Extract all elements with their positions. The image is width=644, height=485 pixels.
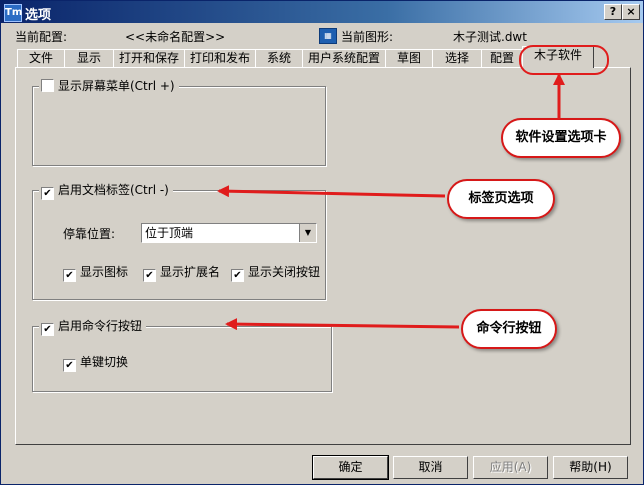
show-icon-checkbox[interactable]: ✔ xyxy=(63,269,76,282)
app-icon: Tm xyxy=(4,4,22,22)
cmd-callout: 命令行按钮 xyxy=(461,309,557,349)
drawing-icon: ▦ xyxy=(319,28,337,44)
screen-menu-option[interactable]: 显示屏幕菜单(Ctrl +) xyxy=(39,78,179,94)
apply-label: 应用(A) xyxy=(489,460,532,474)
doc-tabs-option[interactable]: ✔ 启用文档标签(Ctrl -) xyxy=(39,182,173,200)
show-close-checkbox[interactable]: ✔ xyxy=(231,269,244,282)
tab-plot-publish[interactable]: 打印和发布 xyxy=(184,49,256,67)
ok-label: 确定 xyxy=(338,460,363,474)
tab-open-save[interactable]: 打开和保存 xyxy=(113,49,185,67)
tab-highlight-ring xyxy=(519,45,609,75)
tab-profiles[interactable]: 配置 xyxy=(481,49,523,67)
apply-button[interactable]: 应用(A) xyxy=(473,456,548,479)
tab-files[interactable]: 文件 xyxy=(17,49,65,67)
tab-selection[interactable]: 选择 xyxy=(432,49,482,67)
dock-position-select[interactable]: 位于顶端 ▼ xyxy=(141,223,317,243)
tab-display[interactable]: 显示 xyxy=(64,49,114,67)
single-key-checkbox[interactable]: ✔ xyxy=(63,359,76,372)
title-bar: Tm 选项 ? × xyxy=(1,1,643,23)
dock-position-value: 位于顶端 xyxy=(145,226,194,240)
show-icon-label: 显示图标 xyxy=(80,265,129,279)
show-ext-checkbox[interactable]: ✔ xyxy=(143,269,156,282)
dock-position-label: 停靠位置: xyxy=(63,227,116,241)
current-drawing-value: 木子测试.dwt xyxy=(453,30,527,44)
window-title: 选项 xyxy=(25,8,52,23)
show-close-label: 显示关闭按钮 xyxy=(248,265,321,279)
cmd-buttons-checkbox[interactable]: ✔ xyxy=(41,323,54,336)
show-ext-label: 显示扩展名 xyxy=(160,265,221,279)
doc-tabs-group xyxy=(32,190,326,300)
chevron-down-icon[interactable]: ▼ xyxy=(299,224,316,242)
single-key-label: 单键切换 xyxy=(80,355,129,369)
tab-callout: 软件设置选项卡 xyxy=(501,118,621,158)
cmd-buttons-option[interactable]: ✔ 启用命令行按钮 xyxy=(39,318,147,336)
tab-user-prefs[interactable]: 用户系统配置 xyxy=(302,49,386,67)
tab-system[interactable]: 系统 xyxy=(255,49,303,67)
screen-menu-label: 显示屏幕菜单(Ctrl +) xyxy=(58,79,175,93)
show-icon-option[interactable]: ✔ 显示图标 xyxy=(63,263,128,282)
tabs-callout: 标签页选项 xyxy=(447,179,555,219)
help-button[interactable]: 帮助(H) xyxy=(553,456,628,479)
doc-tabs-label: 启用文档标签(Ctrl -) xyxy=(58,183,169,197)
show-ext-option[interactable]: ✔ 显示扩展名 xyxy=(143,263,220,282)
current-profile-label: 当前配置: xyxy=(15,30,68,44)
show-close-option[interactable]: ✔ 显示关闭按钮 xyxy=(231,263,320,282)
options-dialog: Tm 选项 ? × 当前配置: <<未命名配置>> ▦ 当前图形: 木子测试.d… xyxy=(0,0,644,485)
current-drawing-label: 当前图形: xyxy=(341,30,394,44)
screen-menu-group xyxy=(32,86,326,166)
screen-menu-checkbox[interactable] xyxy=(41,79,54,92)
single-key-option[interactable]: ✔ 单键切换 xyxy=(63,353,128,372)
current-profile-value: <<未命名配置>> xyxy=(125,30,226,44)
close-title-button[interactable]: × xyxy=(622,4,640,20)
cmd-buttons-label: 启用命令行按钮 xyxy=(58,319,143,333)
help-label: 帮助(H) xyxy=(569,460,612,474)
help-title-button[interactable]: ? xyxy=(604,4,622,20)
cancel-button[interactable]: 取消 xyxy=(393,456,468,479)
ok-button[interactable]: 确定 xyxy=(312,455,389,480)
tab-drafting[interactable]: 草图 xyxy=(385,49,433,67)
doc-tabs-checkbox[interactable]: ✔ xyxy=(41,187,54,200)
cancel-label: 取消 xyxy=(418,460,443,474)
